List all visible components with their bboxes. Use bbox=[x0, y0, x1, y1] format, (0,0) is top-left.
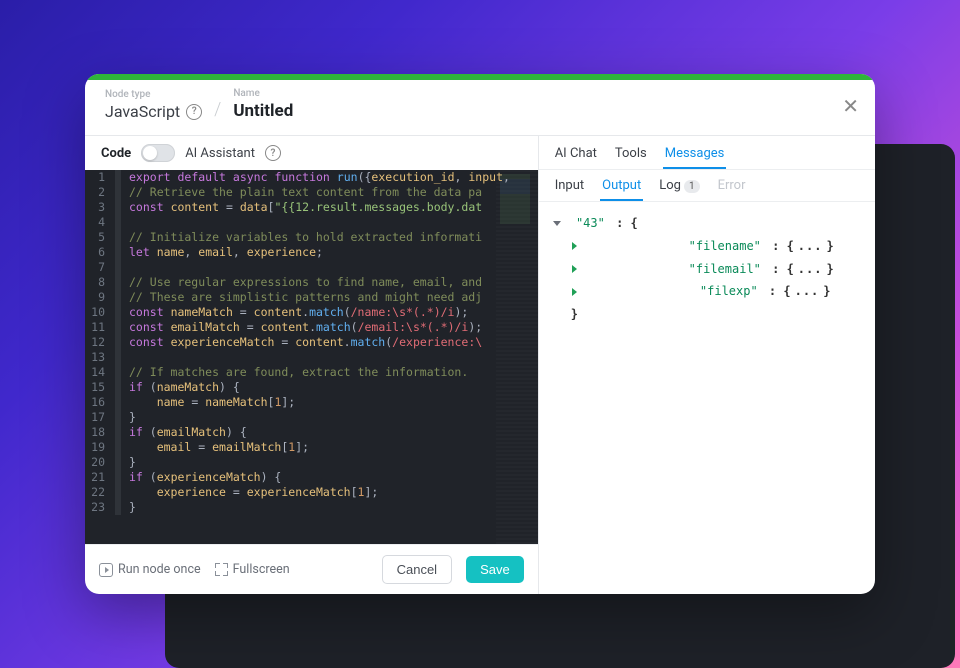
node-editor-modal: Node type JavaScript ? / Name Untitled ✕… bbox=[85, 74, 875, 594]
play-icon bbox=[99, 563, 113, 577]
code-line[interactable]: 8// Use regular expressions to find name… bbox=[85, 275, 538, 290]
code-line[interactable]: 21if (experienceMatch) { bbox=[85, 470, 538, 485]
code-line[interactable]: 11const emailMatch = content.match(/emai… bbox=[85, 320, 538, 335]
left-panel: Code AI Assistant ? 1export default asyn… bbox=[85, 136, 539, 594]
fullscreen-button[interactable]: Fullscreen bbox=[215, 562, 290, 577]
code-line[interactable]: 19 email = emailMatch[1]; bbox=[85, 440, 538, 455]
json-child-row[interactable]: "filexp" : {...} bbox=[553, 280, 861, 303]
close-icon[interactable]: ✕ bbox=[842, 94, 859, 118]
save-button[interactable]: Save bbox=[466, 556, 524, 583]
code-line[interactable]: 22 experience = experienceMatch[1]; bbox=[85, 485, 538, 500]
subtab-output[interactable]: Output bbox=[602, 178, 641, 201]
code-line[interactable]: 4 bbox=[85, 215, 538, 230]
tab-tools[interactable]: Tools bbox=[615, 146, 647, 169]
help-icon[interactable]: ? bbox=[265, 145, 281, 161]
code-line[interactable]: 15if (nameMatch) { bbox=[85, 380, 538, 395]
code-line[interactable]: 20} bbox=[85, 455, 538, 470]
code-line[interactable]: 10const nameMatch = content.match(/name:… bbox=[85, 305, 538, 320]
code-line[interactable]: 13 bbox=[85, 350, 538, 365]
subtab-error: Error bbox=[718, 178, 746, 201]
code-line[interactable]: 23} bbox=[85, 500, 538, 515]
right-tabs-sub: Input Output Log1 Error bbox=[539, 170, 875, 201]
json-output-view[interactable]: "43" : { "filename" : {...} "filemail" :… bbox=[539, 202, 875, 594]
chevron-down-icon[interactable] bbox=[553, 221, 561, 226]
code-line[interactable]: 2// Retrieve the plain text content from… bbox=[85, 185, 538, 200]
code-line[interactable]: 5// Initialize variables to hold extract… bbox=[85, 230, 538, 245]
tab-ai-chat[interactable]: AI Chat bbox=[555, 146, 597, 169]
json-root-row[interactable]: "43" : { bbox=[553, 212, 861, 235]
node-name-value[interactable]: Untitled bbox=[233, 101, 293, 121]
chevron-right-icon[interactable] bbox=[572, 265, 674, 273]
subtab-input[interactable]: Input bbox=[555, 178, 584, 201]
code-line[interactable]: 17} bbox=[85, 410, 538, 425]
name-label: Name bbox=[233, 88, 293, 99]
left-footer: Run node once Fullscreen Cancel Save bbox=[85, 544, 538, 594]
code-line[interactable]: 3const content = data["{{12.result.messa… bbox=[85, 200, 538, 215]
chevron-right-icon[interactable] bbox=[572, 242, 674, 250]
ai-assistant-label: AI Assistant bbox=[185, 146, 255, 161]
chevron-right-icon[interactable] bbox=[572, 288, 685, 296]
fullscreen-label: Fullscreen bbox=[233, 562, 290, 577]
tab-messages[interactable]: Messages bbox=[665, 146, 725, 169]
subtab-log[interactable]: Log1 bbox=[659, 178, 699, 201]
help-icon[interactable]: ? bbox=[186, 104, 202, 120]
code-label: Code bbox=[101, 146, 131, 161]
code-editor[interactable]: 1export default async function run({exec… bbox=[85, 170, 538, 544]
right-tabs-top: AI Chat Tools Messages bbox=[539, 136, 875, 169]
code-line[interactable]: 16 name = nameMatch[1]; bbox=[85, 395, 538, 410]
run-node-once-button[interactable]: Run node once bbox=[99, 562, 201, 577]
right-panel: AI Chat Tools Messages Input Output Log1 Erro… bbox=[539, 136, 875, 594]
code-line[interactable]: 7 bbox=[85, 260, 538, 275]
code-toolbar: Code AI Assistant ? bbox=[85, 136, 538, 170]
json-close-brace: } bbox=[553, 303, 861, 326]
run-node-once-label: Run node once bbox=[118, 562, 201, 577]
modal-header: Node type JavaScript ? / Name Untitled ✕ bbox=[85, 80, 875, 135]
node-type-label: Node type bbox=[105, 89, 202, 100]
badge: 1 bbox=[684, 180, 700, 193]
cancel-button[interactable]: Cancel bbox=[382, 555, 452, 584]
fullscreen-icon bbox=[215, 563, 228, 576]
code-line[interactable]: 18if (emailMatch) { bbox=[85, 425, 538, 440]
ai-assistant-toggle[interactable] bbox=[141, 144, 175, 162]
json-child-row[interactable]: "filemail" : {...} bbox=[553, 258, 861, 281]
code-line[interactable]: 14// If matches are found, extract the i… bbox=[85, 365, 538, 380]
code-line[interactable]: 9// These are simplistic patterns and mi… bbox=[85, 290, 538, 305]
node-type-value: JavaScript bbox=[105, 102, 180, 121]
json-child-row[interactable]: "filename" : {...} bbox=[553, 235, 861, 258]
code-line[interactable]: 1export default async function run({exec… bbox=[85, 170, 538, 185]
breadcrumb-separator: / bbox=[214, 99, 221, 120]
code-line[interactable]: 6let name, email, experience; bbox=[85, 245, 538, 260]
code-line[interactable]: 12const experienceMatch = content.match(… bbox=[85, 335, 538, 350]
